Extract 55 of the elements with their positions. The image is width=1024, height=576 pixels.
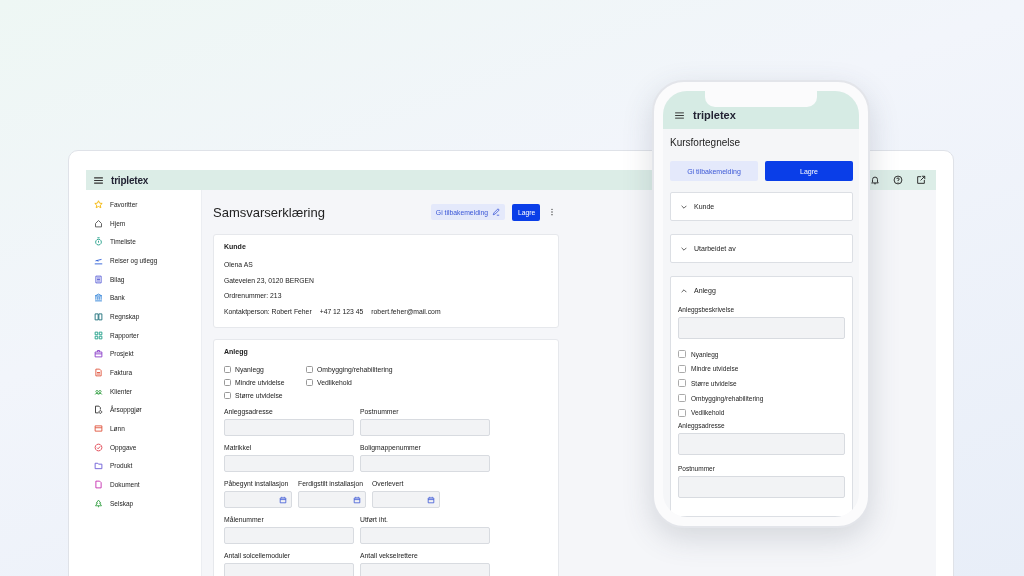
input-field[interactable] [678,317,845,339]
logo: tripletex [693,109,736,121]
document-icon [94,274,103,284]
input-field[interactable] [224,563,354,576]
input-field[interactable] [678,475,845,498]
checkbox[interactable] [306,366,313,373]
page-title: Kursfortegnelse [670,137,742,150]
input-field[interactable] [360,455,490,472]
input-field[interactable] [224,527,354,544]
file-icon [94,480,103,490]
checkbox[interactable] [678,350,686,359]
file-gear-icon [94,405,103,415]
input-field[interactable] [360,419,490,436]
help-icon[interactable] [893,175,903,185]
card-icon [94,424,103,434]
bank-icon [94,293,103,303]
file-icon [94,368,103,378]
date-field[interactable] [224,491,292,508]
star-icon [94,199,103,209]
book-icon [94,311,103,321]
input-field[interactable] [360,563,490,576]
chevron-down-icon [681,204,687,209]
checkbox[interactable] [224,366,231,373]
date-field[interactable] [298,491,366,508]
checkbox[interactable] [678,379,686,388]
calendar-icon [353,495,361,504]
briefcase-icon [94,349,103,359]
calendar-icon [427,495,435,504]
stopwatch-icon [94,237,103,247]
house-icon [94,218,103,228]
folder-icon [94,461,103,471]
checkbox[interactable] [224,379,231,386]
input-field[interactable] [224,419,354,436]
page-title: Samsvarserklæring [213,204,325,220]
chevron-down-icon [681,246,687,251]
bell-icon[interactable] [870,175,880,185]
checkbox[interactable] [678,364,686,373]
menu-icon[interactable] [675,112,684,119]
more-options-icon[interactable] [550,208,554,216]
input-field[interactable] [360,527,490,544]
tree-icon [94,498,103,508]
chevron-up-icon [681,288,687,293]
pencil-icon [492,208,500,216]
checkbox[interactable] [678,408,686,417]
checkbox[interactable] [678,394,686,403]
calendar-icon [279,495,287,504]
menu-icon[interactable] [94,176,103,184]
input-field[interactable] [224,455,354,472]
checkbox[interactable] [306,379,313,386]
date-field[interactable] [372,491,440,508]
checkbox[interactable] [224,392,231,399]
external-link-icon[interactable] [916,175,926,185]
logo: tripletex [111,174,149,186]
input-field[interactable] [678,432,845,455]
grid-icon [94,330,103,340]
